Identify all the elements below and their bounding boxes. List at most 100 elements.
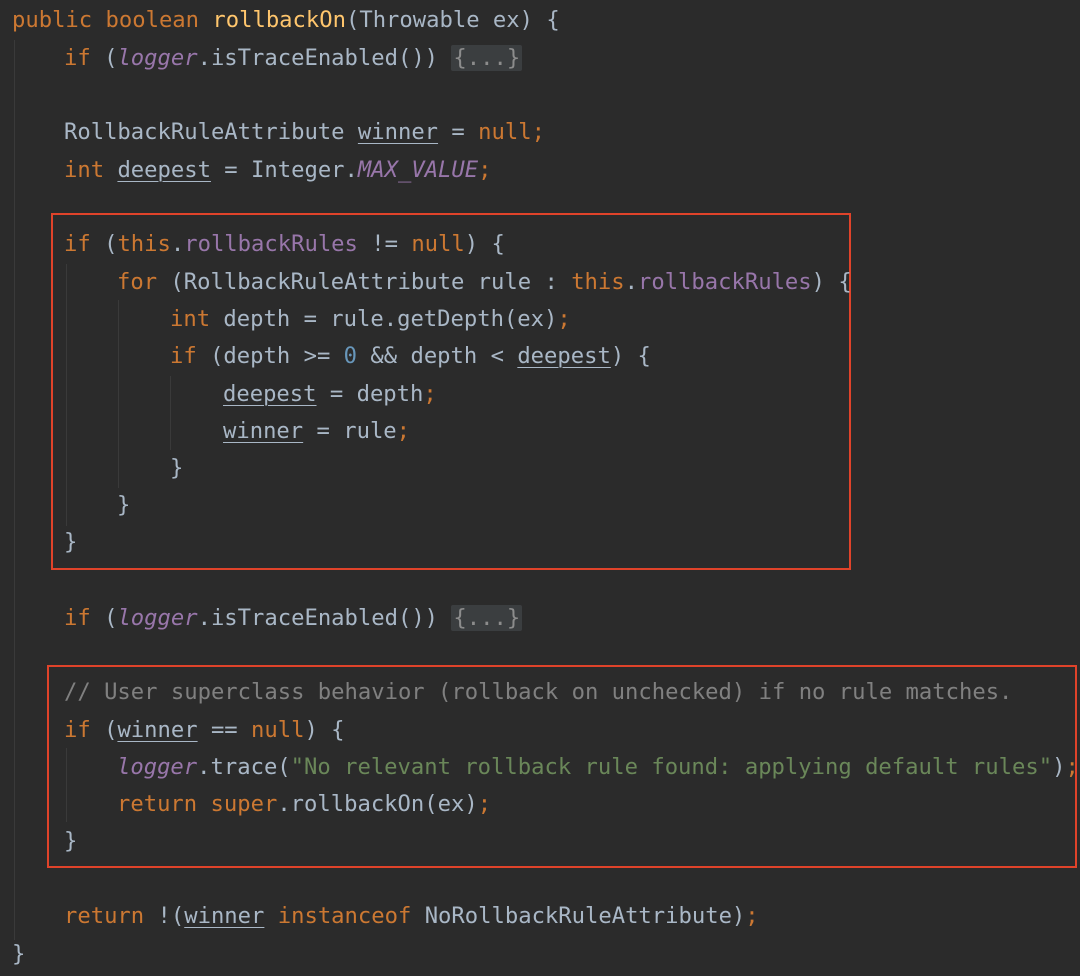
- close-brace: }: [170, 455, 184, 481]
- code-dot: .: [197, 45, 211, 71]
- keyword-int: int: [170, 306, 211, 332]
- var-deepest: deepest: [517, 343, 611, 369]
- folded-code-region[interactable]: {...}: [451, 605, 523, 631]
- keyword-boolean: boolean: [105, 7, 200, 33]
- code-line-winner-decl: RollbackRuleAttribute winner = null;: [64, 114, 545, 151]
- keyword-if: if: [64, 231, 91, 257]
- code-line-comment: // User superclass behavior (rollback on…: [64, 679, 1013, 705]
- code-dot: .: [277, 791, 291, 817]
- code-text: = Integer.: [210, 157, 358, 183]
- var-winner: winner: [117, 717, 198, 743]
- var-winner: winner: [357, 119, 439, 145]
- string-literal: "No relevant rollback rule found: applyi…: [290, 754, 1053, 780]
- code-editor[interactable]: public boolean rollbackOn(Throwable ex) …: [0, 0, 1080, 976]
- field-logger: logger: [117, 754, 198, 780]
- code-text: ) {: [610, 343, 651, 369]
- code-semicolon: ;: [477, 791, 492, 817]
- code-line-if-rules: if (this.rollbackRules != null) {: [64, 226, 505, 263]
- code-text: isTraceEnabled()): [210, 605, 452, 631]
- keyword-if: if: [170, 343, 197, 369]
- code-dot: .: [197, 754, 211, 780]
- method-name: rollbackOn: [212, 7, 346, 33]
- keyword-if: if: [64, 717, 91, 743]
- number-zero: 0: [343, 343, 358, 369]
- code-line-for-loop: for (RollbackRuleAttribute rule : this.r…: [117, 264, 852, 301]
- keyword-if: if: [64, 45, 91, 71]
- field-rollback-rules: rollbackRules: [637, 269, 812, 295]
- keyword-this: this: [571, 269, 625, 295]
- code-text: NoRollbackRuleAttribute): [424, 903, 746, 929]
- var-deepest: deepest: [117, 157, 211, 183]
- code-text: ) {: [811, 269, 852, 295]
- code-text: ): [1052, 754, 1066, 780]
- code-text: ) {: [304, 717, 345, 743]
- code-line-close-brace: }: [117, 487, 130, 524]
- close-brace: }: [64, 828, 78, 854]
- field-rollback-rules: rollbackRules: [184, 231, 358, 257]
- code-line-if-winner-null: if (winner == null) {: [64, 712, 345, 749]
- close-brace: }: [12, 941, 26, 967]
- code-dot: .: [624, 269, 638, 295]
- code-text: (: [90, 45, 118, 71]
- code-text: && depth <: [357, 343, 518, 369]
- keyword-null: null: [478, 119, 532, 145]
- code-line-method-signature: public boolean rollbackOn(Throwable ex) …: [12, 2, 560, 39]
- close-brace: }: [64, 529, 78, 555]
- var-winner: winner: [184, 903, 265, 929]
- code-semicolon: ;: [531, 119, 545, 145]
- code-text: (depth >=: [196, 343, 344, 369]
- var-deepest: deepest: [223, 381, 317, 407]
- code-text: = rule: [303, 418, 397, 444]
- code-text: = depth: [316, 381, 424, 407]
- keyword-public: public: [12, 7, 93, 33]
- code-semicolon: ;: [423, 381, 437, 407]
- keyword-if: if: [64, 605, 91, 631]
- code-line-logger-trace: logger.trace("No relevant rollback rule …: [117, 749, 1079, 786]
- code-text: (: [90, 231, 118, 257]
- type-rollback-rule-attribute: RollbackRuleAttribute: [64, 119, 358, 145]
- code-text: (: [90, 717, 118, 743]
- code-text: !(: [144, 903, 185, 929]
- keyword-int: int: [64, 157, 105, 183]
- indent-guide: [14, 40, 15, 940]
- code-semicolon: ;: [557, 306, 571, 332]
- var-winner: winner: [223, 418, 304, 444]
- code-semicolon: ;: [745, 903, 759, 929]
- keyword-return: return: [117, 791, 198, 817]
- code-text: =: [438, 119, 479, 145]
- folded-code-region[interactable]: {...}: [451, 45, 523, 71]
- code-line-trace-check-1: if (logger.isTraceEnabled()) {...}: [64, 40, 523, 77]
- keyword-null: null: [251, 717, 305, 743]
- code-text: ) {: [464, 231, 505, 257]
- code-line-if-depth: if (depth >= 0 && depth < deepest) {: [170, 338, 651, 375]
- code-line-method-close: }: [12, 936, 25, 973]
- code-line-trace-check-2: if (logger.isTraceEnabled()) {...}: [64, 600, 523, 637]
- const-max-value: MAX_VALUE: [357, 157, 479, 183]
- code-dot: .: [170, 231, 185, 257]
- keyword-return: return: [64, 903, 145, 929]
- method-params: (Throwable ex) {: [345, 7, 560, 33]
- code-text: depth = rule.getDepth(ex): [210, 306, 558, 332]
- code-line-final-return: return !(winner instanceof NoRollbackRul…: [64, 898, 759, 935]
- code-text: isTraceEnabled()): [210, 45, 452, 71]
- code-text: !=: [357, 231, 412, 257]
- code-semicolon: ;: [478, 157, 492, 183]
- field-logger: logger: [117, 45, 198, 71]
- code-text: ==: [197, 717, 252, 743]
- keyword-this: this: [117, 231, 171, 257]
- code-line-winner-assign: winner = rule;: [223, 413, 410, 450]
- code-line-depth-decl: int depth = rule.getDepth(ex);: [170, 301, 571, 338]
- code-dot: .: [197, 605, 211, 631]
- keyword-super: super: [210, 791, 278, 817]
- code-text: trace(: [210, 754, 291, 780]
- field-logger: logger: [117, 605, 198, 631]
- code-text: (RollbackRuleAttribute rule :: [157, 269, 572, 295]
- code-line-close-brace: }: [64, 823, 77, 860]
- keyword-for: for: [117, 269, 158, 295]
- code-line-deepest-assign: deepest = depth;: [223, 376, 437, 413]
- code-line-close-brace: }: [64, 524, 77, 561]
